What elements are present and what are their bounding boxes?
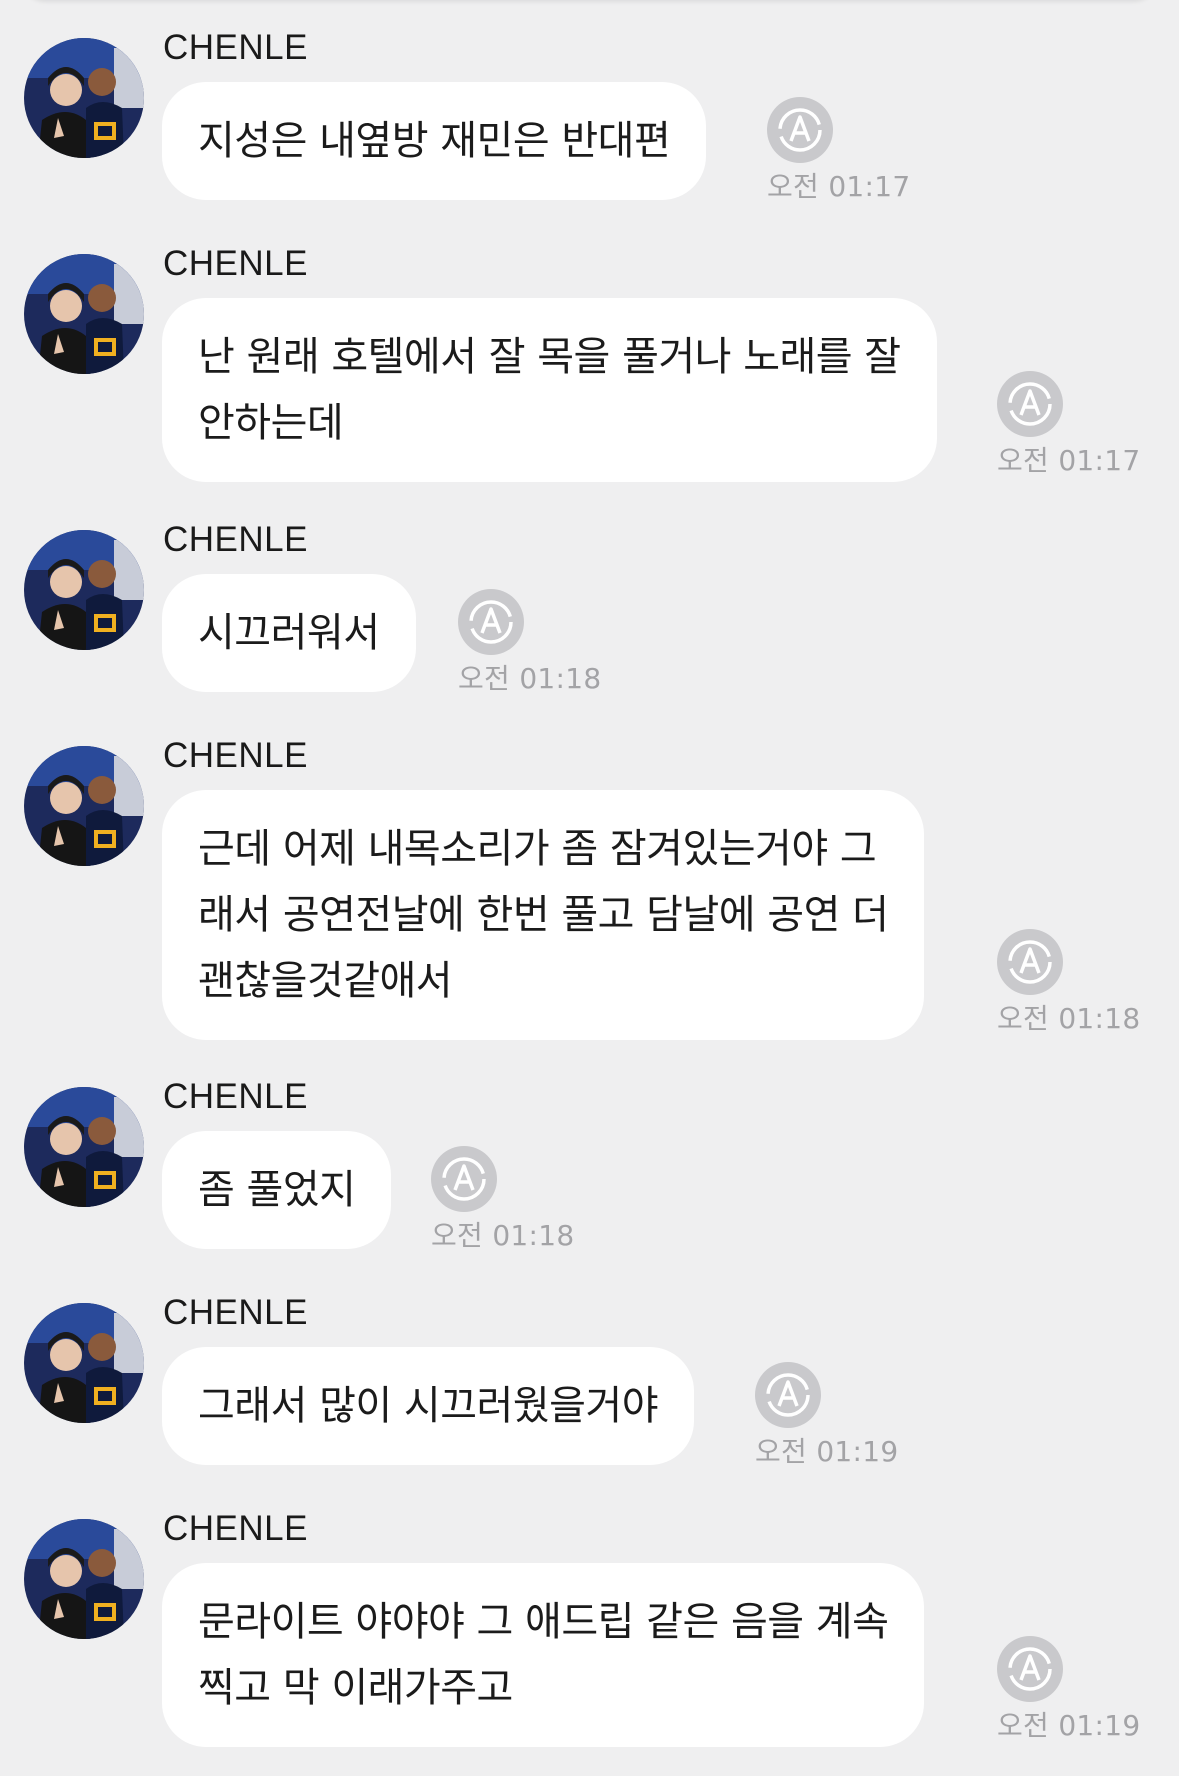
message-bubble[interactable]: 근데 어제 내목소리가 좀 잠겨있는거야 그 래서 공연전날에 한번 풀고 담날… (162, 790, 925, 1040)
message-text: 지성은 내옆방 재민은 반대편 (198, 118, 671, 164)
profile-photo-icon (24, 1519, 144, 1639)
profile-photo-icon (24, 38, 144, 158)
sender-avatar[interactable] (24, 254, 144, 374)
message-bubble[interactable]: 그래서 많이 시끄러웠을거야 (162, 1347, 695, 1465)
message-text: 괜찮을것같애서 (198, 958, 453, 1004)
message-text: 문라이트 야야야 그 애드립 같은 음을 계속 (198, 1599, 889, 1645)
sender-avatar[interactable] (24, 530, 144, 650)
sender-avatar[interactable] (24, 1519, 144, 1639)
message-text: 안하는데 (198, 400, 344, 446)
sender-name: CHENLE (163, 736, 308, 775)
message-time: 오전 01:18 (997, 1002, 1141, 1035)
sender-avatar[interactable] (24, 1303, 144, 1423)
auto-translate-icon[interactable] (755, 1362, 821, 1428)
message-text: 래서 공연전날에 한번 풀고 담날에 공연 더 (198, 892, 889, 938)
sender-name: CHENLE (163, 1293, 308, 1332)
profile-photo-icon (24, 1087, 144, 1207)
auto-translate-icon[interactable] (997, 1636, 1063, 1702)
message-text: 그래서 많이 시끄러웠을거야 (198, 1383, 659, 1429)
message-text: 좀 풀었지 (198, 1167, 356, 1213)
auto-translate-icon[interactable] (997, 929, 1063, 995)
auto-translate-icon[interactable] (767, 97, 833, 163)
message-text: 찍고 막 이래가주고 (198, 1665, 513, 1711)
message-bubble[interactable]: 지성은 내옆방 재민은 반대편 (162, 82, 707, 200)
auto-translate-icon[interactable] (458, 589, 524, 655)
message-bubble[interactable]: 좀 풀었지 (162, 1131, 392, 1249)
auto-translate-icon[interactable] (997, 371, 1063, 437)
sender-avatar[interactable] (24, 746, 144, 866)
message-bubble[interactable]: 문라이트 야야야 그 애드립 같은 음을 계속 찍고 막 이래가주고 (162, 1563, 925, 1747)
sender-name: CHENLE (163, 244, 308, 283)
profile-photo-icon (24, 530, 144, 650)
message-time: 오전 01:18 (431, 1219, 575, 1252)
sender-name: CHENLE (163, 28, 308, 67)
message-bubble[interactable]: 난 원래 호텔에서 잘 목을 풀거나 노래를 잘 안하는데 (162, 298, 937, 482)
message-time: 오전 01:17 (767, 170, 911, 203)
message-time: 오전 01:19 (755, 1435, 899, 1468)
message-text: 난 원래 호텔에서 잘 목을 풀거나 노래를 잘 (198, 334, 901, 380)
sender-avatar[interactable] (24, 38, 144, 158)
message-text: 근데 어제 내목소리가 좀 잠겨있는거야 그 (198, 826, 877, 872)
sender-name: CHENLE (163, 520, 308, 559)
profile-photo-icon (24, 1303, 144, 1423)
sender-name: CHENLE (163, 1509, 308, 1548)
sender-name: CHENLE (163, 1077, 308, 1116)
auto-translate-icon[interactable] (431, 1146, 497, 1212)
message-time: 오전 01:18 (458, 662, 602, 695)
message-text: 시끄러워서 (198, 610, 380, 656)
message-bubble[interactable]: 시끄러워서 (162, 574, 416, 692)
profile-photo-icon (24, 254, 144, 374)
message-time: 오전 01:17 (997, 444, 1141, 477)
sender-avatar[interactable] (24, 1087, 144, 1207)
profile-photo-icon (24, 746, 144, 866)
message-time: 오전 01:19 (997, 1709, 1141, 1742)
